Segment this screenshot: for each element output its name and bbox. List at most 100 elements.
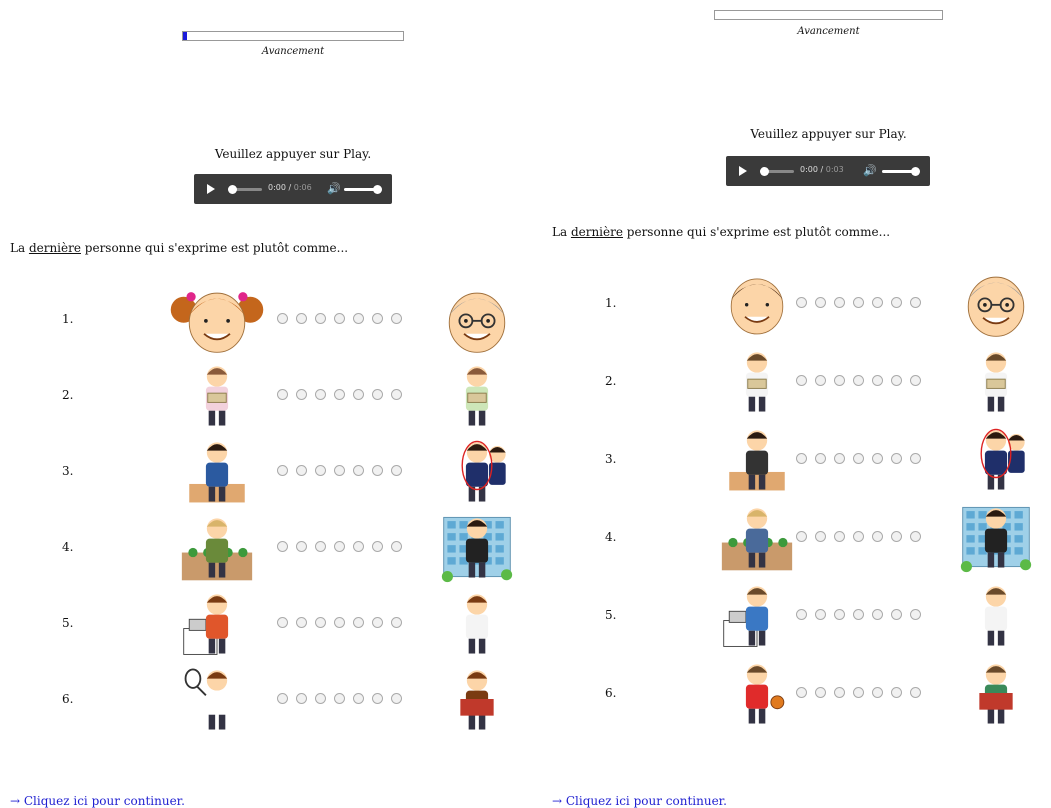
- rating-radio-6[interactable]: [891, 375, 902, 386]
- rating-radio-3[interactable]: [315, 541, 326, 552]
- rating-radio-4[interactable]: [853, 453, 864, 464]
- rating-radio-7[interactable]: [391, 313, 402, 324]
- seek-knob[interactable]: [228, 185, 237, 194]
- rating-radio-1[interactable]: [277, 389, 288, 400]
- rating-radio-2[interactable]: [296, 617, 307, 628]
- play-icon[interactable]: [207, 184, 215, 194]
- rating-radio-5[interactable]: [353, 465, 364, 476]
- rating-radio-2[interactable]: [815, 375, 826, 386]
- rating-radio-7[interactable]: [910, 687, 921, 698]
- rating-radio-1[interactable]: [796, 609, 807, 620]
- volume-knob[interactable]: [373, 185, 382, 194]
- rating-radio-1[interactable]: [796, 687, 807, 698]
- rating-radio-5[interactable]: [872, 531, 883, 542]
- volume-slider[interactable]: [882, 167, 920, 176]
- rating-radio-7[interactable]: [910, 531, 921, 542]
- audio-player[interactable]: 0:00 / 0:06 🔊: [194, 174, 392, 204]
- rating-radio-5[interactable]: [872, 297, 883, 308]
- audio-seek-bar[interactable]: [228, 185, 262, 194]
- rating-radio-5[interactable]: [353, 389, 364, 400]
- rating-radio-5[interactable]: [872, 687, 883, 698]
- rating-radio-1[interactable]: [277, 465, 288, 476]
- rating-radio-5[interactable]: [353, 541, 364, 552]
- rating-radio-6[interactable]: [372, 465, 383, 476]
- rating-radio-7[interactable]: [910, 297, 921, 308]
- rating-radio-4[interactable]: [334, 313, 345, 324]
- rating-radio-2[interactable]: [296, 465, 307, 476]
- rating-radio-6[interactable]: [891, 297, 902, 308]
- rating-radio-3[interactable]: [315, 389, 326, 400]
- rating-radio-2[interactable]: [815, 687, 826, 698]
- rating-radio-5[interactable]: [872, 375, 883, 386]
- rating-radio-4[interactable]: [853, 297, 864, 308]
- rating-radio-6[interactable]: [372, 693, 383, 704]
- rating-radio-1[interactable]: [277, 313, 288, 324]
- rating-radio-7[interactable]: [391, 465, 402, 476]
- rating-radio-4[interactable]: [334, 465, 345, 476]
- rating-radio-4[interactable]: [334, 693, 345, 704]
- rating-radio-7[interactable]: [910, 609, 921, 620]
- rating-radio-6[interactable]: [372, 617, 383, 628]
- rating-radio-5[interactable]: [872, 453, 883, 464]
- audio-seek-bar[interactable]: [760, 167, 794, 176]
- rating-radio-6[interactable]: [891, 531, 902, 542]
- rating-radio-6[interactable]: [372, 541, 383, 552]
- rating-radio-4[interactable]: [853, 531, 864, 542]
- rating-radio-1[interactable]: [796, 531, 807, 542]
- rating-radio-7[interactable]: [391, 693, 402, 704]
- rating-radio-2[interactable]: [296, 313, 307, 324]
- rating-radio-6[interactable]: [372, 313, 383, 324]
- rating-radio-3[interactable]: [834, 297, 845, 308]
- seek-knob[interactable]: [760, 167, 769, 176]
- rating-radio-7[interactable]: [391, 617, 402, 628]
- rating-radio-1[interactable]: [277, 617, 288, 628]
- rating-radio-2[interactable]: [296, 541, 307, 552]
- rating-radio-7[interactable]: [910, 375, 921, 386]
- volume-icon[interactable]: 🔊: [327, 182, 341, 195]
- rating-radio-1[interactable]: [796, 375, 807, 386]
- rating-radio-7[interactable]: [391, 389, 402, 400]
- volume-knob[interactable]: [911, 167, 920, 176]
- rating-radio-3[interactable]: [315, 693, 326, 704]
- rating-radio-1[interactable]: [277, 693, 288, 704]
- rating-radio-2[interactable]: [815, 453, 826, 464]
- rating-radio-3[interactable]: [315, 465, 326, 476]
- rating-radio-2[interactable]: [815, 609, 826, 620]
- audio-player[interactable]: 0:00 / 0:03 🔊: [726, 156, 930, 186]
- rating-radio-2[interactable]: [296, 693, 307, 704]
- rating-radio-3[interactable]: [315, 617, 326, 628]
- play-icon[interactable]: [739, 166, 747, 176]
- rating-radio-2[interactable]: [815, 531, 826, 542]
- rating-radio-3[interactable]: [834, 453, 845, 464]
- rating-radio-4[interactable]: [853, 609, 864, 620]
- rating-radio-7[interactable]: [391, 541, 402, 552]
- rating-radio-2[interactable]: [815, 297, 826, 308]
- rating-radio-4[interactable]: [334, 389, 345, 400]
- volume-slider[interactable]: [344, 185, 382, 194]
- continue-link[interactable]: → Cliquez ici pour continuer.: [552, 794, 727, 808]
- rating-radio-1[interactable]: [796, 453, 807, 464]
- rating-radio-3[interactable]: [834, 609, 845, 620]
- rating-radio-4[interactable]: [334, 617, 345, 628]
- volume-icon[interactable]: 🔊: [863, 164, 877, 177]
- rating-radio-5[interactable]: [353, 617, 364, 628]
- rating-radio-6[interactable]: [891, 609, 902, 620]
- rating-radio-3[interactable]: [834, 687, 845, 698]
- rating-radio-6[interactable]: [891, 453, 902, 464]
- continue-link[interactable]: → Cliquez ici pour continuer.: [10, 794, 185, 808]
- rating-radio-5[interactable]: [353, 693, 364, 704]
- rating-radio-4[interactable]: [853, 687, 864, 698]
- rating-radio-1[interactable]: [796, 297, 807, 308]
- rating-radio-7[interactable]: [910, 453, 921, 464]
- rating-radio-4[interactable]: [853, 375, 864, 386]
- rating-radio-4[interactable]: [334, 541, 345, 552]
- rating-radio-6[interactable]: [372, 389, 383, 400]
- rating-radio-5[interactable]: [353, 313, 364, 324]
- rating-radio-3[interactable]: [834, 531, 845, 542]
- rating-radio-3[interactable]: [315, 313, 326, 324]
- rating-radio-2[interactable]: [296, 389, 307, 400]
- rating-radio-6[interactable]: [891, 687, 902, 698]
- rating-radio-5[interactable]: [872, 609, 883, 620]
- rating-radio-1[interactable]: [277, 541, 288, 552]
- rating-radio-3[interactable]: [834, 375, 845, 386]
